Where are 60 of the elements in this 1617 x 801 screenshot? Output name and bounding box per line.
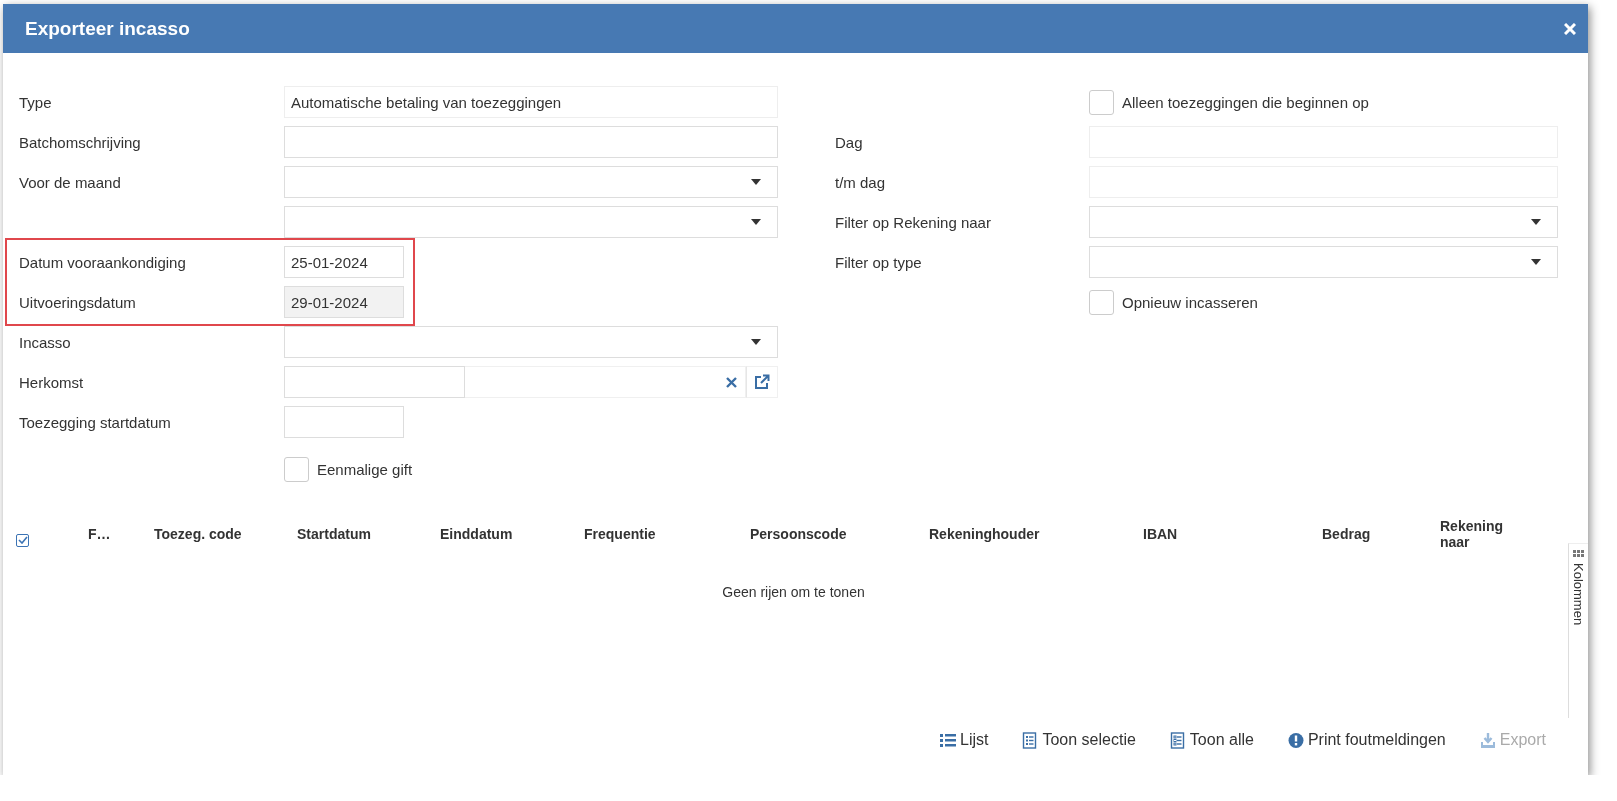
checklist-icon	[1169, 731, 1186, 749]
footer-button[interactable]: Toon selectie	[1020, 729, 1138, 751]
field-label: Filter op Rekening naar	[835, 213, 992, 231]
column-header[interactable]: Bedrag	[1322, 526, 1440, 542]
footer-button[interactable]: Toon alle	[1167, 729, 1256, 751]
text-field[interactable]: Automatische betaling van toezeggingen	[284, 86, 778, 118]
date-field[interactable]: 25-01-2024	[284, 246, 404, 278]
open-link-button[interactable]	[746, 366, 778, 398]
code-field[interactable]	[284, 366, 465, 398]
column-header[interactable]: Startdatum	[297, 526, 440, 542]
caret-icon	[751, 339, 761, 345]
column-header[interactable]: Toezeg. code	[154, 526, 297, 542]
column-header[interactable]: Rekening naar	[1440, 518, 1516, 550]
checkbox-label: Alleen toezeggingen die beginnen op	[1122, 93, 1369, 111]
select-field[interactable]	[284, 206, 778, 238]
lookup-field[interactable]	[465, 366, 746, 398]
column-header[interactable]: Persoonscode	[750, 526, 929, 542]
column-header[interactable]: IBAN	[1143, 526, 1322, 542]
grid-icon	[1573, 550, 1584, 557]
checkbox[interactable]	[16, 533, 29, 547]
dialog-title: Exporteer incasso	[25, 17, 190, 40]
download-icon	[1479, 731, 1496, 749]
column-header[interactable]: Rekeninghouder	[929, 526, 1143, 542]
field-label: t/m dag	[835, 173, 887, 191]
checkbox-label: Opnieuw incasseren	[1122, 293, 1258, 311]
list-icon	[940, 731, 956, 749]
field-label: Datum vooraankondiging	[19, 253, 187, 271]
checkbox-label: Eenmalige gift	[317, 461, 413, 478]
caret-icon	[751, 219, 761, 225]
text-field[interactable]	[284, 126, 778, 158]
check-icon	[17, 536, 28, 544]
select-field[interactable]	[1089, 206, 1558, 238]
field-label: Batchomschrijving	[19, 133, 142, 151]
footer-button[interactable]: Lijst	[938, 729, 991, 751]
field-label: Uitvoeringsdatum	[19, 293, 137, 311]
caret-icon	[751, 179, 761, 185]
field-label: Dag	[835, 133, 864, 151]
date-field[interactable]	[284, 406, 404, 438]
column-header[interactable]: Frequentie	[584, 526, 750, 542]
field-label: Toezegging startdatum	[19, 413, 172, 431]
field-label: Voor de maand	[19, 173, 122, 191]
field-label: Type	[19, 93, 53, 111]
external-link-icon	[754, 374, 770, 390]
empty-message: Geen rijen om te tonen	[722, 584, 865, 600]
select-field[interactable]	[284, 166, 778, 198]
checklist-icon	[1022, 731, 1039, 749]
clear-icon	[726, 376, 737, 388]
footer-button[interactable]: Print foutmeldingen	[1285, 729, 1448, 751]
field-label: Filter op type	[835, 253, 923, 271]
caret-icon	[1531, 259, 1541, 265]
column-header[interactable]: Einddatum	[440, 526, 584, 542]
column-header[interactable]: F…	[88, 526, 154, 542]
caret-icon	[1531, 219, 1541, 225]
field-label: Herkomst	[19, 373, 85, 391]
select-field[interactable]	[284, 326, 778, 358]
field-label: Incasso	[19, 333, 72, 351]
columns-side-tab[interactable]: Kolommen	[1568, 543, 1588, 718]
close-icon	[1564, 22, 1576, 35]
exclamation-icon	[1287, 731, 1304, 749]
select-field[interactable]	[1089, 246, 1558, 278]
